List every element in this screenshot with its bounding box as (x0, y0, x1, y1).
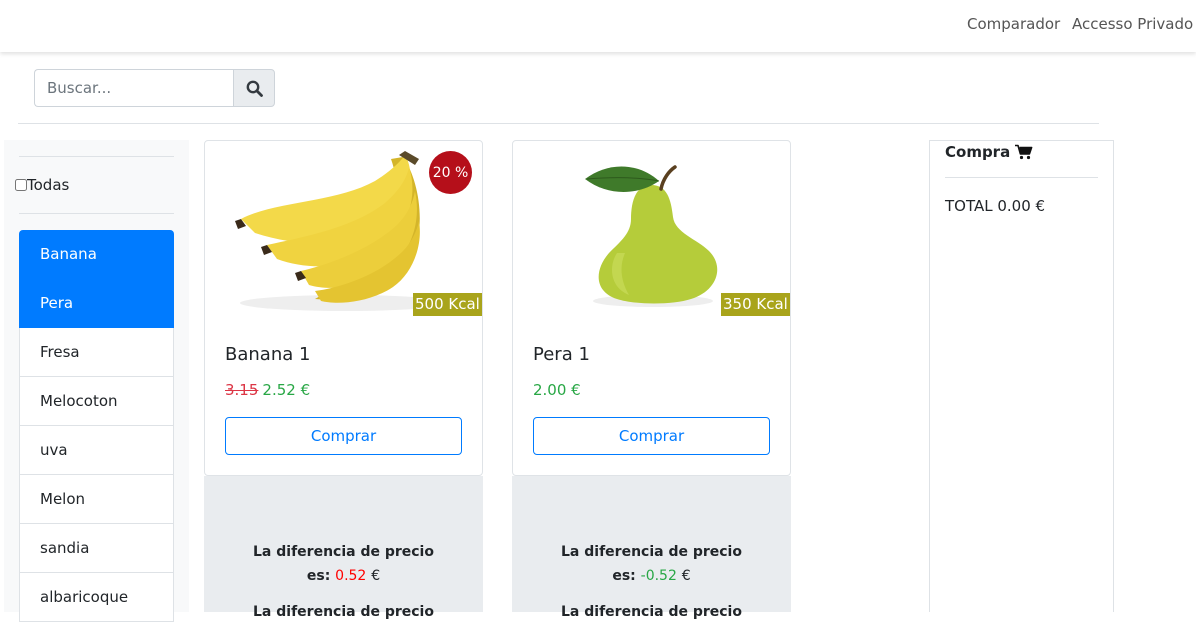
cart-total: TOTAL 0.00 € (945, 197, 1046, 215)
difference-amount: 0.52 (335, 568, 367, 584)
sidebar-item-albaricoque[interactable]: albaricoque (19, 573, 174, 622)
difference-amount: -0.52 (640, 568, 677, 584)
current-price: 2.52 € (262, 381, 311, 399)
search-icon (246, 80, 263, 97)
price-difference-label: La diferencia de precio (253, 544, 434, 560)
divider (19, 156, 174, 157)
cart-title: Compra (945, 143, 1033, 161)
old-price: 3.15 (225, 381, 259, 399)
price-difference-value: es: -0.52 € (612, 568, 691, 584)
top-navbar: Comparador Accesso Privado (0, 0, 1196, 52)
kcal-badge: 350 Kcal (721, 293, 790, 316)
product-price: 3.15 2.52 € (225, 381, 310, 399)
price-difference-label: La diferencia de precio (561, 604, 742, 620)
price-difference-panel: La diferencia de precio es: 0.52 € La di… (204, 476, 483, 620)
divider (945, 177, 1098, 178)
product-title: Pera 1 (533, 344, 590, 365)
price-difference-value: es: 0.52 € (306, 568, 381, 584)
buy-button[interactable]: Comprar (225, 417, 462, 455)
divider (19, 213, 174, 214)
divider (18, 123, 1099, 124)
current-price: 2.00 € (533, 381, 581, 399)
search-button[interactable] (233, 69, 275, 107)
sidebar-item-sandia[interactable]: sandia (19, 524, 174, 573)
price-difference-label: La diferencia de precio (253, 604, 434, 620)
search-input[interactable] (34, 69, 233, 107)
buy-button[interactable]: Comprar (533, 417, 770, 455)
category-list: Banana Pera Fresa Melocoton uva Melon sa… (19, 230, 174, 622)
sidebar-item-melon[interactable]: Melon (19, 475, 174, 524)
sidebar-item-fresa[interactable]: Fresa (19, 328, 174, 377)
product-card: 350 Kcal Pera 1 2.00 € Comprar (512, 140, 791, 476)
all-categories-checkbox[interactable]: Todas (15, 176, 69, 194)
kcal-badge: 500 Kcal (413, 293, 482, 316)
product-card: 20 % 500 Kcal Banana 1 3.15 2.52 € Compra… (204, 140, 483, 476)
shopping-cart-icon (1015, 144, 1033, 160)
nav-link-comparador[interactable]: Comparador (967, 15, 1060, 33)
product-title: Banana 1 (225, 344, 311, 365)
price-difference-panel: La diferencia de precio es: -0.52 € La d… (512, 476, 791, 620)
price-difference-label: La diferencia de precio (561, 544, 742, 560)
search-bar (34, 69, 275, 107)
sidebar-item-melocoton[interactable]: Melocoton (19, 377, 174, 426)
sidebar-item-pera[interactable]: Pera (19, 279, 174, 328)
product-price: 2.00 € (533, 381, 581, 399)
cart-panel: Compra TOTAL 0.00 € (929, 140, 1114, 612)
sidebar-item-uva[interactable]: uva (19, 426, 174, 475)
todas-checkbox[interactable] (15, 179, 27, 191)
discount-badge: 20 % (429, 151, 472, 194)
todas-label: Todas (27, 176, 70, 194)
nav-link-acceso-privado[interactable]: Accesso Privado (1072, 15, 1193, 33)
sidebar-item-banana[interactable]: Banana (19, 230, 174, 279)
